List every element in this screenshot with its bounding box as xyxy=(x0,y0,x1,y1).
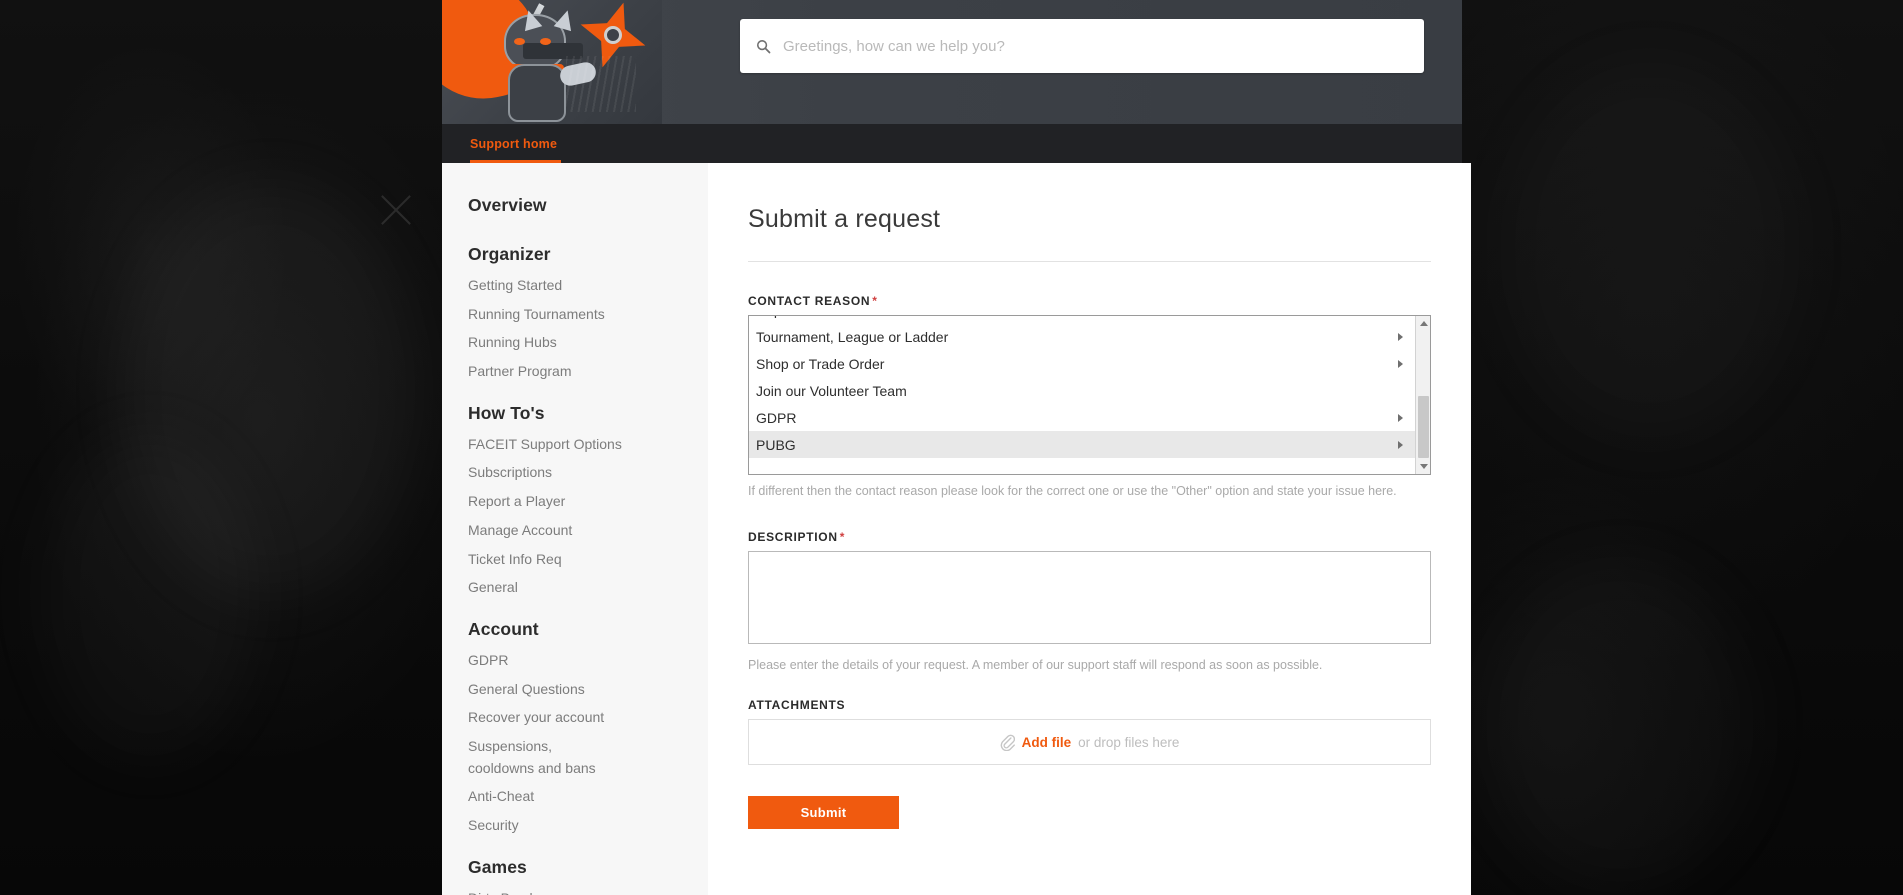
select-option-label: Tournament, League or Ladder xyxy=(756,328,949,345)
required-marker: * xyxy=(839,530,846,544)
sidebar-item-dirty-bomb[interactable]: Dirty Bomb xyxy=(468,888,682,895)
sidebar-item-suspensions-cooldowns-and-bans[interactable]: Suspensions, cooldowns and bans xyxy=(468,736,618,779)
search-input[interactable] xyxy=(783,37,1424,55)
sidebar-item-faceit-support-options[interactable]: FACEIT Support Options xyxy=(468,434,682,456)
scroll-down-button[interactable] xyxy=(1416,459,1430,474)
scroll-up-button[interactable] xyxy=(1416,316,1430,331)
crosshair-icon xyxy=(375,190,415,230)
sidebar-item-recover-your-account[interactable]: Recover your account xyxy=(468,707,682,729)
attachments-field: ATTACHMENTS Add file or drop files here xyxy=(748,698,1431,765)
submit-button[interactable]: Submit xyxy=(748,796,899,829)
contact-reason-label: CONTACT REASON * xyxy=(748,294,1431,308)
attachments-label: ATTACHMENTS xyxy=(748,698,846,712)
sidebar-item-partner-program[interactable]: Partner Program xyxy=(468,361,682,383)
sidebar-group-account: Account GDPR General Questions Recover y… xyxy=(468,619,682,837)
sidebar-item-running-hubs[interactable]: Running Hubs xyxy=(468,332,682,354)
select-option-label: GDPR xyxy=(756,409,797,426)
contact-reason-select-listbox[interactable]: Report Infraction Tournament, League or … xyxy=(748,315,1431,475)
sidebar-item-manage-account[interactable]: Manage Account xyxy=(468,520,682,542)
site-container: Support home Overview Organizer Getting … xyxy=(442,0,1471,895)
scrollbar-thumb[interactable] xyxy=(1418,396,1429,458)
select-option-report-infraction[interactable]: Report Infraction xyxy=(749,316,1415,323)
description-textarea[interactable] xyxy=(748,551,1431,644)
search-bar[interactable] xyxy=(740,19,1424,73)
caret-down-icon xyxy=(1419,464,1428,469)
masthead xyxy=(442,0,1462,124)
sidebar-item-ticket-info-req[interactable]: Ticket Info Req xyxy=(468,549,682,571)
chevron-right-icon xyxy=(1398,413,1403,422)
sidebar-item-gdpr[interactable]: GDPR xyxy=(468,650,682,672)
search-icon xyxy=(756,39,771,54)
contact-reason-hint: If different then the contact reason ple… xyxy=(748,484,1397,498)
backdrop-smoke xyxy=(1500,60,1800,440)
chevron-right-icon xyxy=(1398,440,1403,449)
select-scrollbar[interactable] xyxy=(1415,316,1430,474)
description-label: DESCRIPTION * xyxy=(748,530,1431,544)
select-option-tournament-league-or-ladder[interactable]: Tournament, League or Ladder xyxy=(749,323,1415,350)
description-hint: Please enter the details of your request… xyxy=(748,658,1323,672)
sidebar-item-report-a-player[interactable]: Report a Player xyxy=(468,491,682,513)
speed-lines xyxy=(566,56,636,112)
contact-reason-field: CONTACT REASON* Report Infraction Tourna… xyxy=(748,294,1431,498)
sidebar-heading-account: Account xyxy=(468,618,539,639)
select-option-label: Join our Volunteer Team xyxy=(756,382,907,399)
brand-logo[interactable] xyxy=(442,0,662,124)
description-field: DESCRIPTION * Please enter the details of… xyxy=(748,530,1431,672)
select-option-pubg[interactable]: PUBG xyxy=(749,431,1415,458)
attachments-dropzone[interactable]: Add file or drop files here xyxy=(748,719,1431,765)
title-divider xyxy=(748,261,1431,262)
sidebar-item-anti-cheat[interactable]: Anti-Cheat xyxy=(468,786,682,808)
sidebar-nav: Overview Organizer Getting Started Runni… xyxy=(442,163,708,895)
sidebar-item-general-questions[interactable]: General Questions xyxy=(468,679,682,701)
description-label-text: DESCRIPTION xyxy=(748,530,838,544)
select-option-label: PUBG xyxy=(756,436,796,453)
primary-nav: Support home xyxy=(442,124,1462,163)
chevron-right-icon xyxy=(1398,332,1403,341)
contact-reason-label-text: CONTACT REASON xyxy=(748,294,871,308)
caret-up-icon xyxy=(1419,321,1428,326)
backdrop-smoke xyxy=(1480,560,1760,890)
select-option-label: Shop or Trade Order xyxy=(756,355,885,372)
nav-tab-support-home[interactable]: Support home xyxy=(470,124,562,163)
sidebar-heading-overview[interactable]: Overview xyxy=(468,195,682,216)
sidebar-item-getting-started[interactable]: Getting Started xyxy=(468,275,682,297)
sidebar-group-organizer: Organizer Getting Started Running Tourna… xyxy=(468,244,682,383)
sidebar-heading-games: Games xyxy=(468,856,527,877)
select-option-shop-or-trade-order[interactable]: Shop or Trade Order xyxy=(749,350,1415,377)
add-file-link[interactable]: Add file xyxy=(1022,735,1072,750)
sidebar-item-running-tournaments[interactable]: Running Tournaments xyxy=(468,304,682,326)
main-content: Submit a request CONTACT REASON* Report … xyxy=(708,163,1471,895)
drop-files-hint: or drop files here xyxy=(1078,734,1180,750)
sidebar-group-how-tos: How To's FACEIT Support Options Subscrip… xyxy=(468,403,682,599)
sidebar-heading-how-tos: How To's xyxy=(468,402,545,423)
select-option-gdpr[interactable]: GDPR xyxy=(749,404,1415,431)
paperclip-icon xyxy=(1000,734,1015,751)
sidebar-group-games: Games Dirty Bomb xyxy=(468,857,682,895)
sidebar-item-general[interactable]: General xyxy=(468,577,682,599)
sidebar-item-subscriptions[interactable]: Subscriptions xyxy=(468,462,682,484)
required-marker: * xyxy=(872,294,878,308)
sidebar-item-security[interactable]: Security xyxy=(468,815,682,837)
contact-reason-options: Report Infraction Tournament, League or … xyxy=(749,316,1415,458)
page-body: Overview Organizer Getting Started Runni… xyxy=(442,163,1471,895)
backdrop-smoke xyxy=(40,430,260,760)
sidebar-group-overview: Overview xyxy=(468,195,682,216)
select-option-join-our-volunteer-team[interactable]: Join our Volunteer Team xyxy=(749,377,1415,404)
chevron-right-icon xyxy=(1398,359,1403,368)
sidebar-heading-organizer: Organizer xyxy=(468,244,551,264)
select-option-label: Report Infraction xyxy=(756,316,1398,318)
page-title: Submit a request xyxy=(748,205,941,233)
